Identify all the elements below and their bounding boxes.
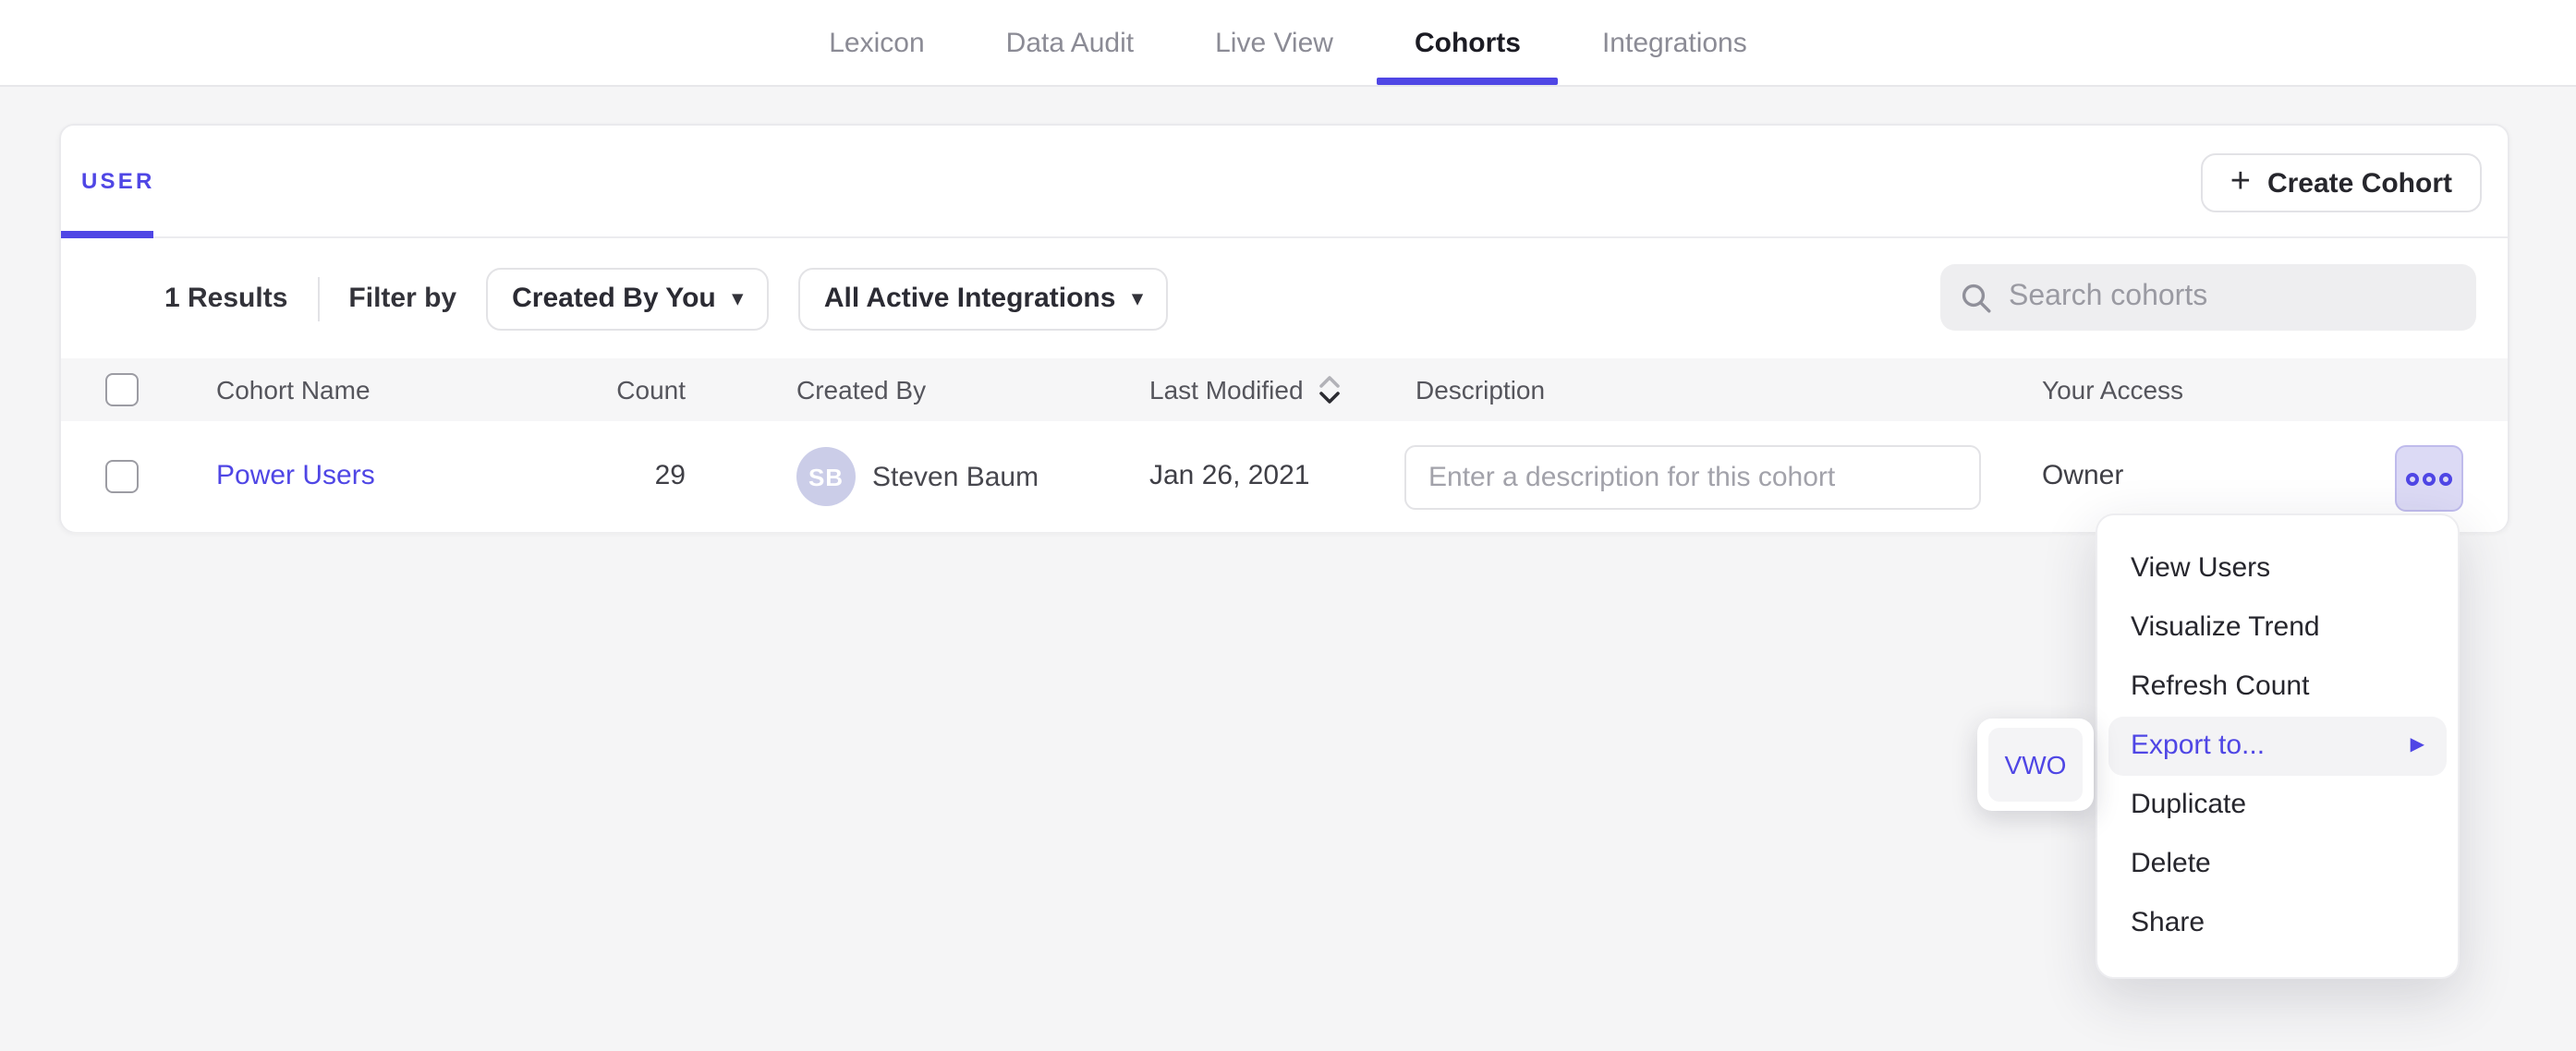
menu-item-view-users[interactable]: View Users <box>2108 539 2447 598</box>
header-last-modified-label: Last Modified <box>1149 375 1304 405</box>
filter-by-label: Filter by <box>348 283 456 314</box>
nav-item-live-view[interactable]: Live View <box>1215 0 1333 85</box>
created-by-filter-dropdown[interactable]: Created By You ▾ <box>486 267 769 330</box>
nav-item-integrations[interactable]: Integrations <box>1602 0 1747 85</box>
last-modified-date: Jan 26, 2021 <box>1149 421 1310 532</box>
plus-icon: + <box>2230 163 2251 199</box>
menu-item-visualize-trend[interactable]: Visualize Trend <box>2108 598 2447 658</box>
top-bar: Lexicon Data Audit Live View Cohorts Int… <box>0 0 2576 87</box>
cohorts-panel: USER + Create Cohort 1 Results Filter by… <box>59 124 2509 532</box>
integrations-filter-dropdown[interactable]: All Active Integrations ▾ <box>798 267 1169 330</box>
tab-user-underline <box>61 231 153 238</box>
export-flyout: VWO <box>1977 719 2094 811</box>
create-cohort-button-label: Create Cohort <box>2267 167 2452 199</box>
tab-user[interactable]: USER <box>81 168 155 194</box>
nav-item-cohorts[interactable]: Cohorts <box>1415 0 1521 85</box>
menu-item-share[interactable]: Share <box>2108 894 2447 953</box>
more-icon <box>2423 472 2436 485</box>
filter-divider <box>317 276 319 320</box>
row-actions-button[interactable] <box>2395 445 2463 512</box>
menu-item-delete[interactable]: Delete <box>2108 835 2447 894</box>
description-input[interactable] <box>1404 445 1981 510</box>
create-cohort-button[interactable]: + Create Cohort <box>2201 153 2482 212</box>
search-cohorts-input[interactable] <box>2009 281 2456 314</box>
select-all-checkbox[interactable] <box>105 373 139 406</box>
caret-down-icon: ▾ <box>1132 286 1142 310</box>
header-created-by: Created By <box>796 358 926 421</box>
results-count: 1 Results <box>164 283 287 314</box>
row-select-cell <box>105 421 139 493</box>
menu-item-export-to[interactable]: Export to... ▶ <box>2108 717 2447 776</box>
table-header: Cohort Name Count Created By Last Modifi… <box>61 358 2508 421</box>
sort-icon <box>1319 376 1340 405</box>
active-tab-underline <box>1378 78 1558 85</box>
created-by-filter-label: Created By You <box>512 283 716 314</box>
header-last-modified[interactable]: Last Modified <box>1149 358 1340 421</box>
more-icon <box>2406 472 2419 485</box>
more-icon <box>2439 472 2452 485</box>
row-checkbox[interactable] <box>105 460 139 493</box>
filter-row: 1 Results Filter by Created By You ▾ All… <box>61 238 2508 358</box>
created-by-cell: SB Steven Baum <box>796 421 1039 532</box>
search-cohorts-box <box>1940 264 2476 331</box>
nav-item-cohorts-label: Cohorts <box>1415 27 1521 58</box>
menu-item-duplicate[interactable]: Duplicate <box>2108 776 2447 835</box>
menu-item-export-to-label: Export to... <box>2131 717 2265 776</box>
header-your-access: Your Access <box>2042 358 2183 421</box>
cohort-name-cell: Power Users <box>216 421 375 532</box>
cohort-name-link[interactable]: Power Users <box>216 460 375 491</box>
row-actions-menu: View Users Visualize Trend Refresh Count… <box>2096 513 2460 979</box>
cohort-count: 29 <box>506 421 686 532</box>
panel-tab-row: USER + Create Cohort <box>61 126 2508 238</box>
integrations-filter-label: All Active Integrations <box>824 283 1116 314</box>
created-by-name: Steven Baum <box>872 461 1039 492</box>
filter-controls: 1 Results Filter by Created By You ▾ All… <box>164 238 1169 358</box>
export-option-vwo[interactable]: VWO <box>1988 728 2083 802</box>
avatar: SB <box>796 447 856 506</box>
top-navigation: Lexicon Data Audit Live View Cohorts Int… <box>0 0 2576 85</box>
header-count: Count <box>506 358 686 421</box>
nav-item-lexicon[interactable]: Lexicon <box>829 0 924 85</box>
search-icon <box>1961 282 1992 313</box>
submenu-arrow-icon: ▶ <box>2411 717 2424 776</box>
header-cohort-name: Cohort Name <box>216 358 371 421</box>
nav-item-data-audit[interactable]: Data Audit <box>1006 0 1134 85</box>
select-all-cell <box>105 358 139 406</box>
menu-item-refresh-count[interactable]: Refresh Count <box>2108 658 2447 717</box>
header-description: Description <box>1416 358 1545 421</box>
caret-down-icon: ▾ <box>733 286 743 310</box>
app-root: Lexicon Data Audit Live View Cohorts Int… <box>0 0 2576 1051</box>
